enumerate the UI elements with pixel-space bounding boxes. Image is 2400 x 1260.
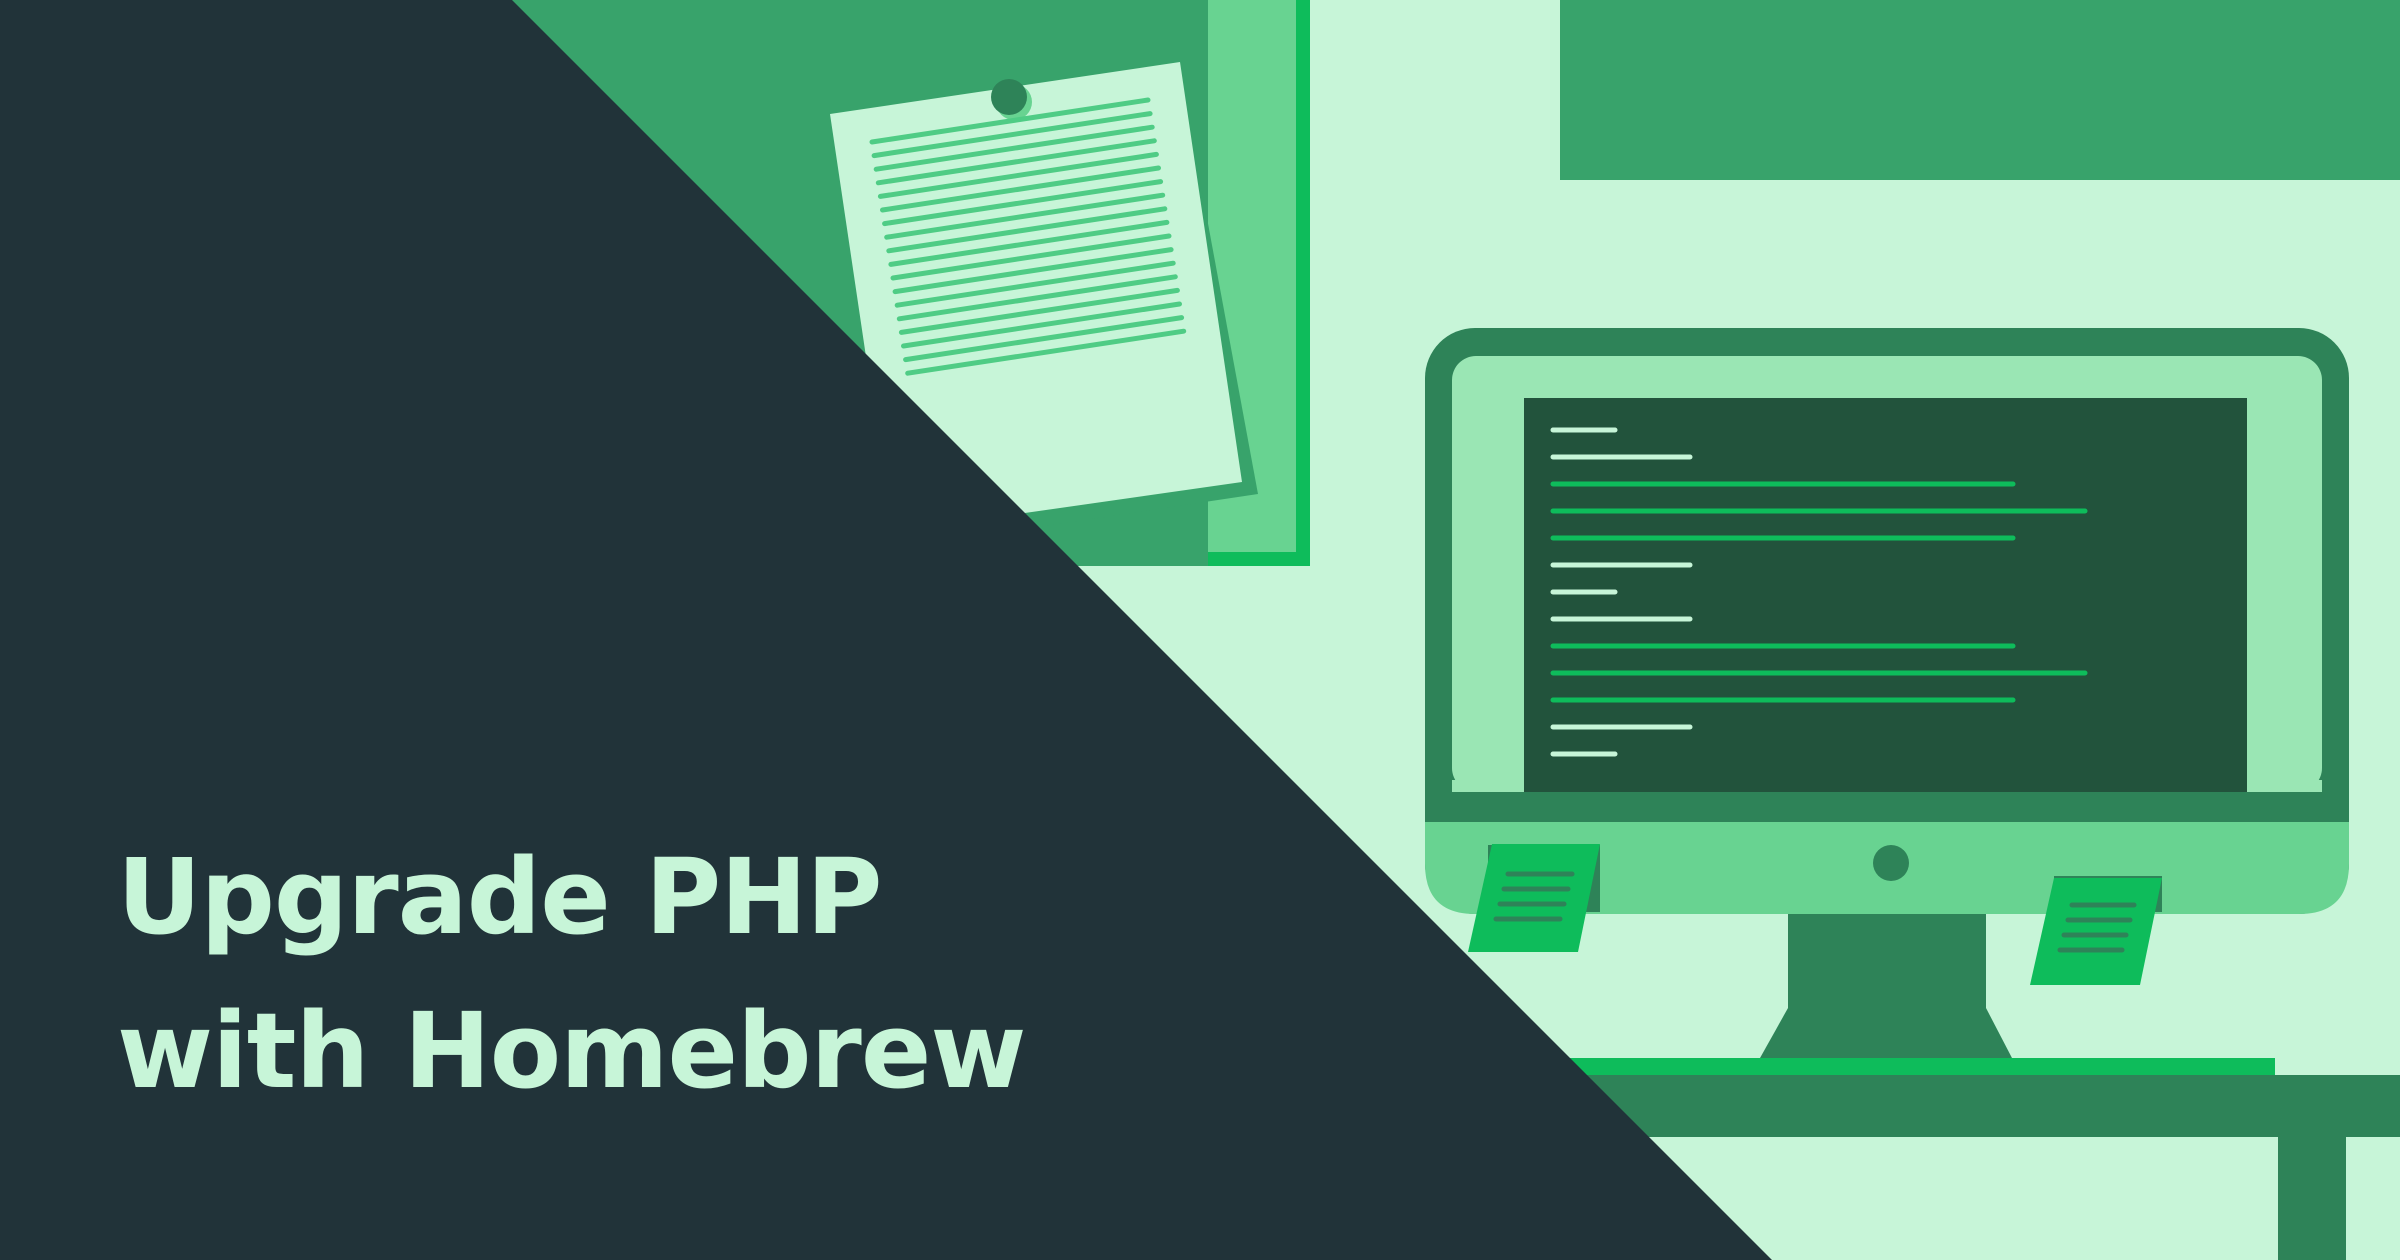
- top-right-panel: [1560, 0, 2400, 180]
- desk-leg: [2278, 1137, 2346, 1260]
- title-line-1: Upgrade PHP: [117, 836, 882, 958]
- hero-banner: Upgrade PHP with Homebrew: [0, 0, 2400, 1260]
- page-title: Upgrade PHP with Homebrew: [117, 820, 1026, 1128]
- desk-surface: [1540, 1075, 2400, 1137]
- desk-top-edge: [1570, 1058, 2275, 1075]
- title-line-2: with Homebrew: [117, 990, 1026, 1112]
